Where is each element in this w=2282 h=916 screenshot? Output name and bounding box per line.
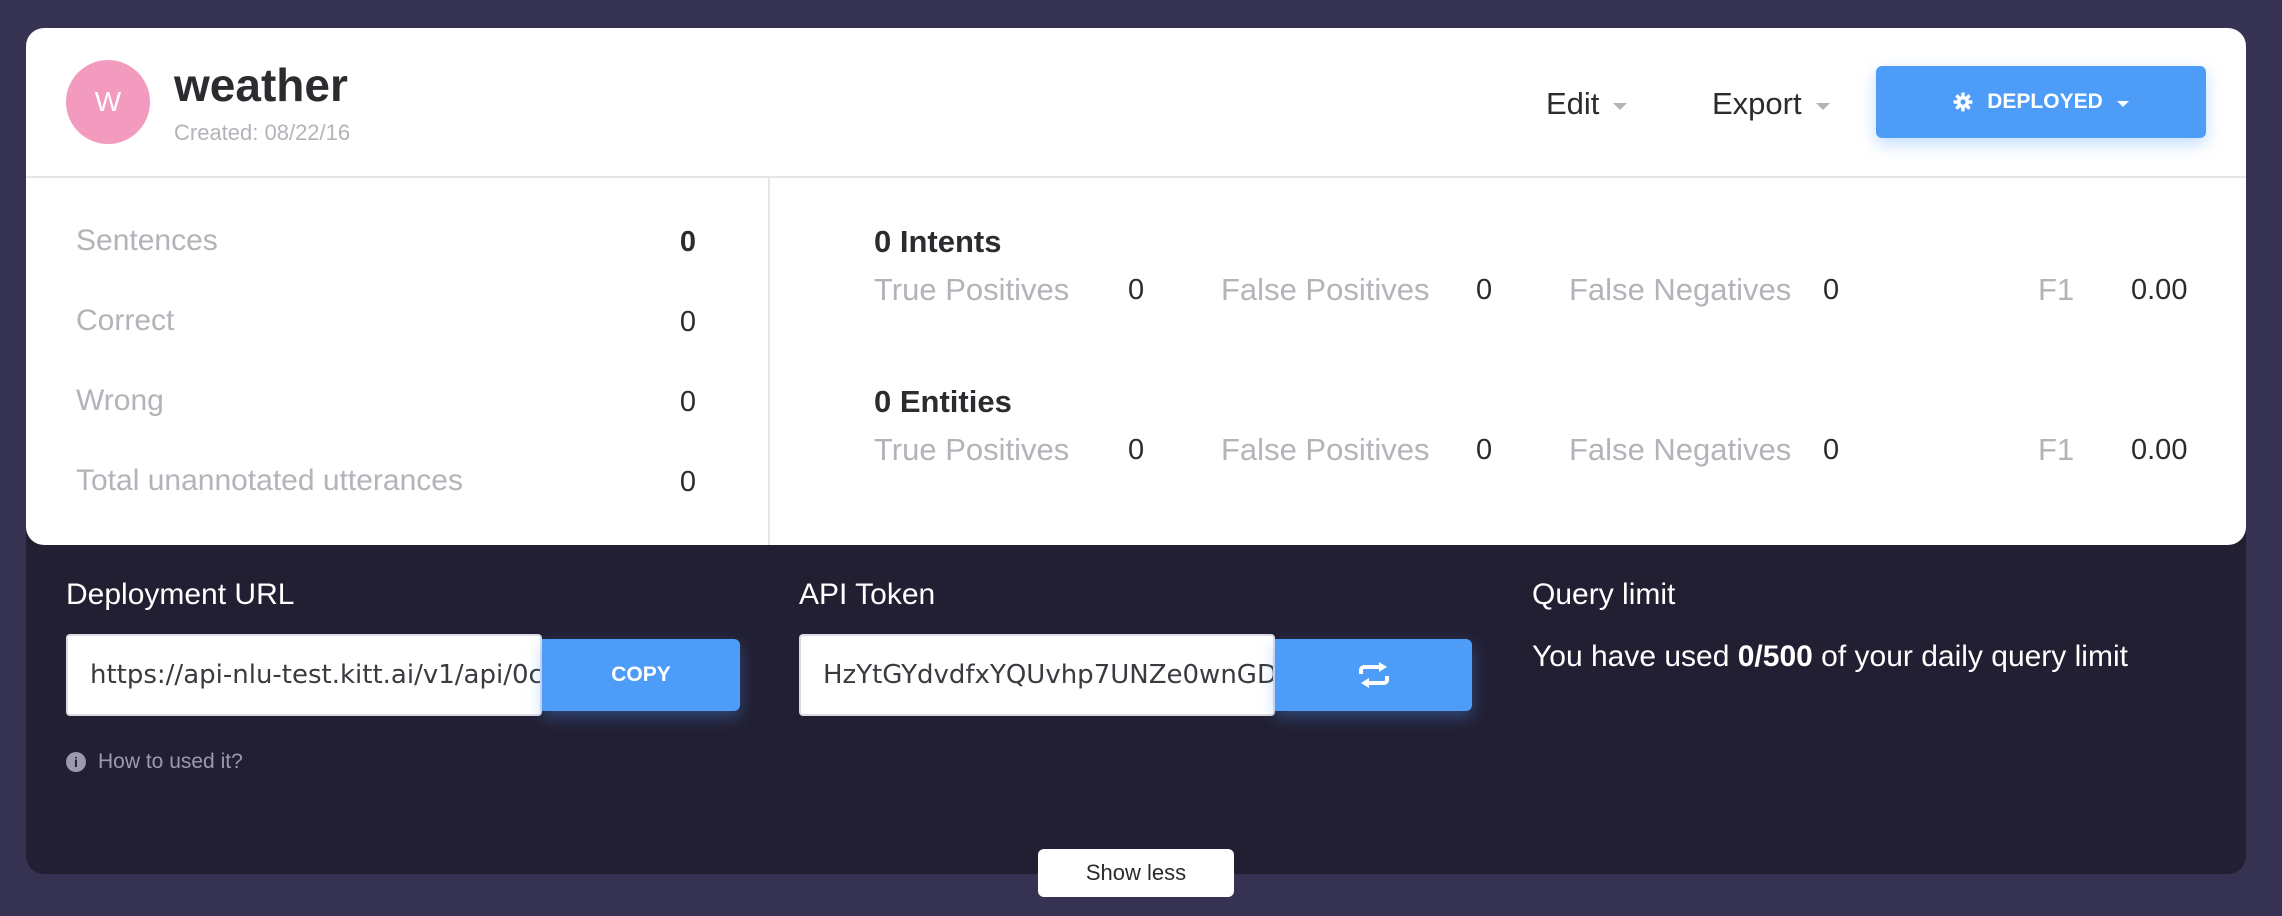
stat-value-correct: 0 — [679, 306, 696, 338]
copy-button[interactable]: COPY — [542, 639, 740, 711]
export-label: Export — [1712, 86, 1802, 121]
stat-label-sentences: Sentences — [76, 224, 218, 257]
entities-title: 0 Entities — [874, 384, 1012, 419]
stat-label-wrong: Wrong — [76, 384, 164, 417]
gear-icon — [1953, 92, 1973, 112]
entities-fp-label: False Positives — [1221, 432, 1430, 467]
chevron-down-icon — [1815, 102, 1830, 110]
created-date: Created: 08/22/16 — [174, 120, 351, 145]
export-menu-button[interactable]: Export — [1712, 86, 1830, 122]
entities-tp-value: 0 — [1128, 434, 1145, 466]
app-title: weather — [174, 59, 348, 111]
intents-title: 0 Intents — [874, 224, 1002, 259]
deployment-url-field[interactable]: https://api-nlu-test.kitt.ai/v1/api/0c4 — [66, 634, 542, 716]
entities-f1-value: 0.00 — [2131, 434, 2188, 466]
query-limit-title: Query limit — [1532, 578, 1676, 611]
refresh-icon — [1358, 662, 1389, 688]
edit-label: Edit — [1546, 86, 1600, 121]
deployed-label: DEPLOYED — [1987, 90, 2103, 113]
show-less-button[interactable]: Show less — [1038, 849, 1234, 897]
query-text-before: You have used — [1532, 640, 1730, 673]
info-icon: i — [66, 752, 86, 772]
how-to-use-label: How to used it? — [98, 750, 243, 773]
chevron-down-icon — [2116, 100, 2129, 107]
deployment-url-title: Deployment URL — [66, 578, 295, 611]
deployed-button[interactable]: DEPLOYED — [1876, 66, 2206, 138]
entities-f1-label: F1 — [2038, 432, 2075, 467]
stat-label-unannotated: Total unannotated utterances — [76, 464, 463, 497]
intents-fn-label: False Negatives — [1569, 272, 1792, 307]
edit-menu-button[interactable]: Edit — [1546, 86, 1628, 122]
stat-value-wrong: 0 — [679, 386, 696, 418]
intents-tp-label: True Positives — [874, 272, 1070, 307]
app-card: W weather Created: 08/22/16 Edit Export — [26, 28, 2246, 545]
chevron-down-icon — [1613, 102, 1628, 110]
api-token-title: API Token — [799, 578, 936, 611]
intents-f1-label: F1 — [2038, 272, 2075, 307]
query-limit-text: You have used 0/500 of your daily query … — [1532, 640, 2128, 674]
entities-tp-label: True Positives — [874, 432, 1070, 467]
query-text-after: of your daily query limit — [1821, 640, 2128, 673]
intents-f1-value: 0.00 — [2131, 274, 2188, 306]
how-to-use-link[interactable]: i How to used it? — [66, 750, 243, 774]
card-divider — [768, 178, 770, 545]
entities-fn-label: False Negatives — [1569, 432, 1792, 467]
intents-fp-value: 0 — [1476, 274, 1493, 306]
intents-tp-value: 0 — [1128, 274, 1145, 306]
stat-value-sentences: 0 — [679, 226, 696, 258]
intents-fp-label: False Positives — [1221, 272, 1430, 307]
app-avatar: W — [66, 60, 150, 144]
app-header: W weather Created: 08/22/16 Edit Export — [26, 28, 2246, 178]
entities-fp-value: 0 — [1476, 434, 1493, 466]
api-token-field[interactable]: HzYtGYdvdfxYQUvhp7UNZe0wnGDQ0 — [799, 634, 1275, 716]
query-used-count: 0/500 — [1737, 640, 1813, 673]
stat-value-unannotated: 0 — [679, 466, 696, 498]
refresh-token-button[interactable] — [1275, 639, 1472, 711]
stat-label-correct: Correct — [76, 304, 175, 337]
entities-fn-value: 0 — [1823, 434, 1840, 466]
intents-fn-value: 0 — [1823, 274, 1840, 306]
